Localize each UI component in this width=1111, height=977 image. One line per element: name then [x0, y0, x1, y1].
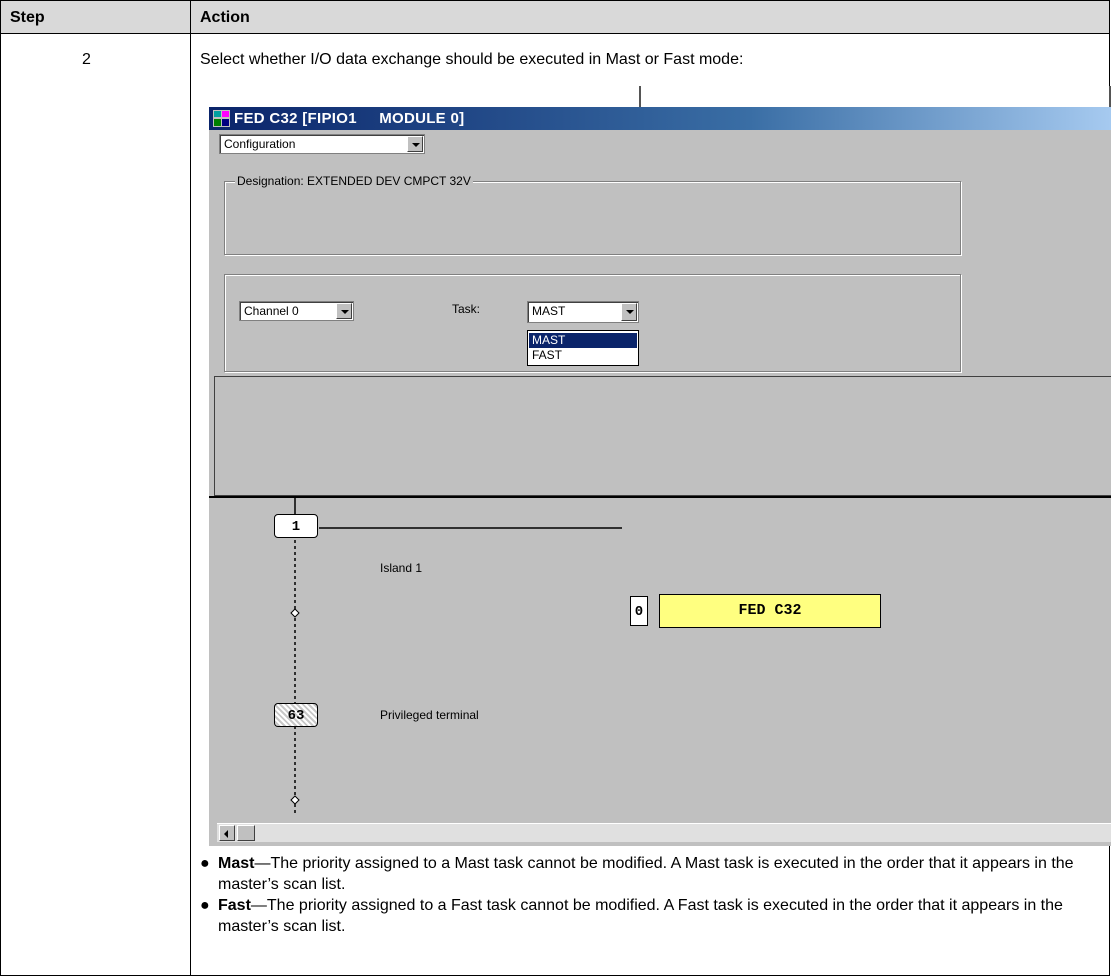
terminal-label: Privileged terminal	[380, 708, 479, 722]
window-top-margin	[209, 86, 1111, 107]
designation-label: Designation: EXTENDED DEV CMPCT 32V	[235, 174, 473, 188]
details-panel	[214, 376, 1111, 496]
divider-mark	[639, 86, 641, 108]
step-number: 2	[82, 51, 91, 68]
channel-select-value: Channel 0	[244, 304, 299, 318]
action-intro: Select whether I/O data exchange should …	[200, 51, 744, 68]
task-option-fast[interactable]: FAST	[529, 348, 637, 363]
window-titlebar[interactable]: FED C32 [FIPIO1 MODULE 0]	[209, 107, 1111, 130]
bullet-term: Mast	[218, 855, 255, 872]
scroll-thumb[interactable]	[237, 825, 255, 841]
slot-number: 0	[630, 596, 648, 626]
bus-diagram: 1 Island 1 63 Privileged terminal 0 FED …	[209, 496, 1111, 841]
horizontal-scrollbar[interactable]	[217, 823, 1111, 842]
window-title: FED C32 [FIPIO1 MODULE 0]	[234, 110, 465, 127]
task-option-mast[interactable]: MAST	[529, 333, 637, 348]
module-config-window: FED C32 [FIPIO1 MODULE 0] Configuration …	[209, 86, 1111, 846]
header-action: Action	[200, 9, 250, 26]
island-label: Island 1	[380, 561, 423, 575]
bullet-text: —The priority assigned to a Mast task ca…	[218, 855, 1074, 893]
header-step: Step	[10, 9, 45, 26]
island-node[interactable]: 1	[274, 514, 318, 538]
chevron-down-icon[interactable]	[407, 136, 423, 152]
channel-select[interactable]: Channel 0	[239, 301, 354, 321]
bullet-icon: ●	[200, 855, 210, 872]
table-header-row: Step Action	[1, 1, 1109, 34]
task-dropdown-list: MAST FAST	[527, 330, 639, 366]
terminal-node[interactable]: 63	[274, 703, 318, 727]
bullet-text: —The priority assigned to a Fast task ca…	[218, 897, 1063, 935]
chevron-down-icon[interactable]	[336, 303, 352, 319]
task-notes: ● Mast—The priority assigned to a Mast t…	[200, 853, 1100, 937]
step-table: Step Action 2 Select whether I/O data ex…	[0, 0, 1111, 976]
task-select[interactable]: MAST	[527, 301, 639, 323]
task-select-value: MAST	[532, 304, 566, 318]
scroll-left-icon[interactable]	[219, 825, 235, 841]
device-fed-c32[interactable]: FED C32	[659, 594, 881, 628]
task-label: Task:	[452, 302, 481, 316]
bullet-term: Fast	[218, 897, 251, 914]
bus-lines	[290, 498, 622, 816]
list-item: ● Fast—The priority assigned to a Fast t…	[200, 895, 1100, 937]
module-icon	[213, 110, 230, 127]
chevron-down-icon[interactable]	[621, 303, 637, 321]
designation-group: Designation: EXTENDED DEV CMPCT 32V	[224, 174, 961, 255]
list-item: ● Mast—The priority assigned to a Mast t…	[200, 853, 1100, 895]
view-select[interactable]: Configuration	[219, 134, 425, 154]
view-select-value: Configuration	[224, 137, 296, 151]
column-divider	[190, 1, 191, 975]
bullet-icon: ●	[200, 897, 210, 914]
